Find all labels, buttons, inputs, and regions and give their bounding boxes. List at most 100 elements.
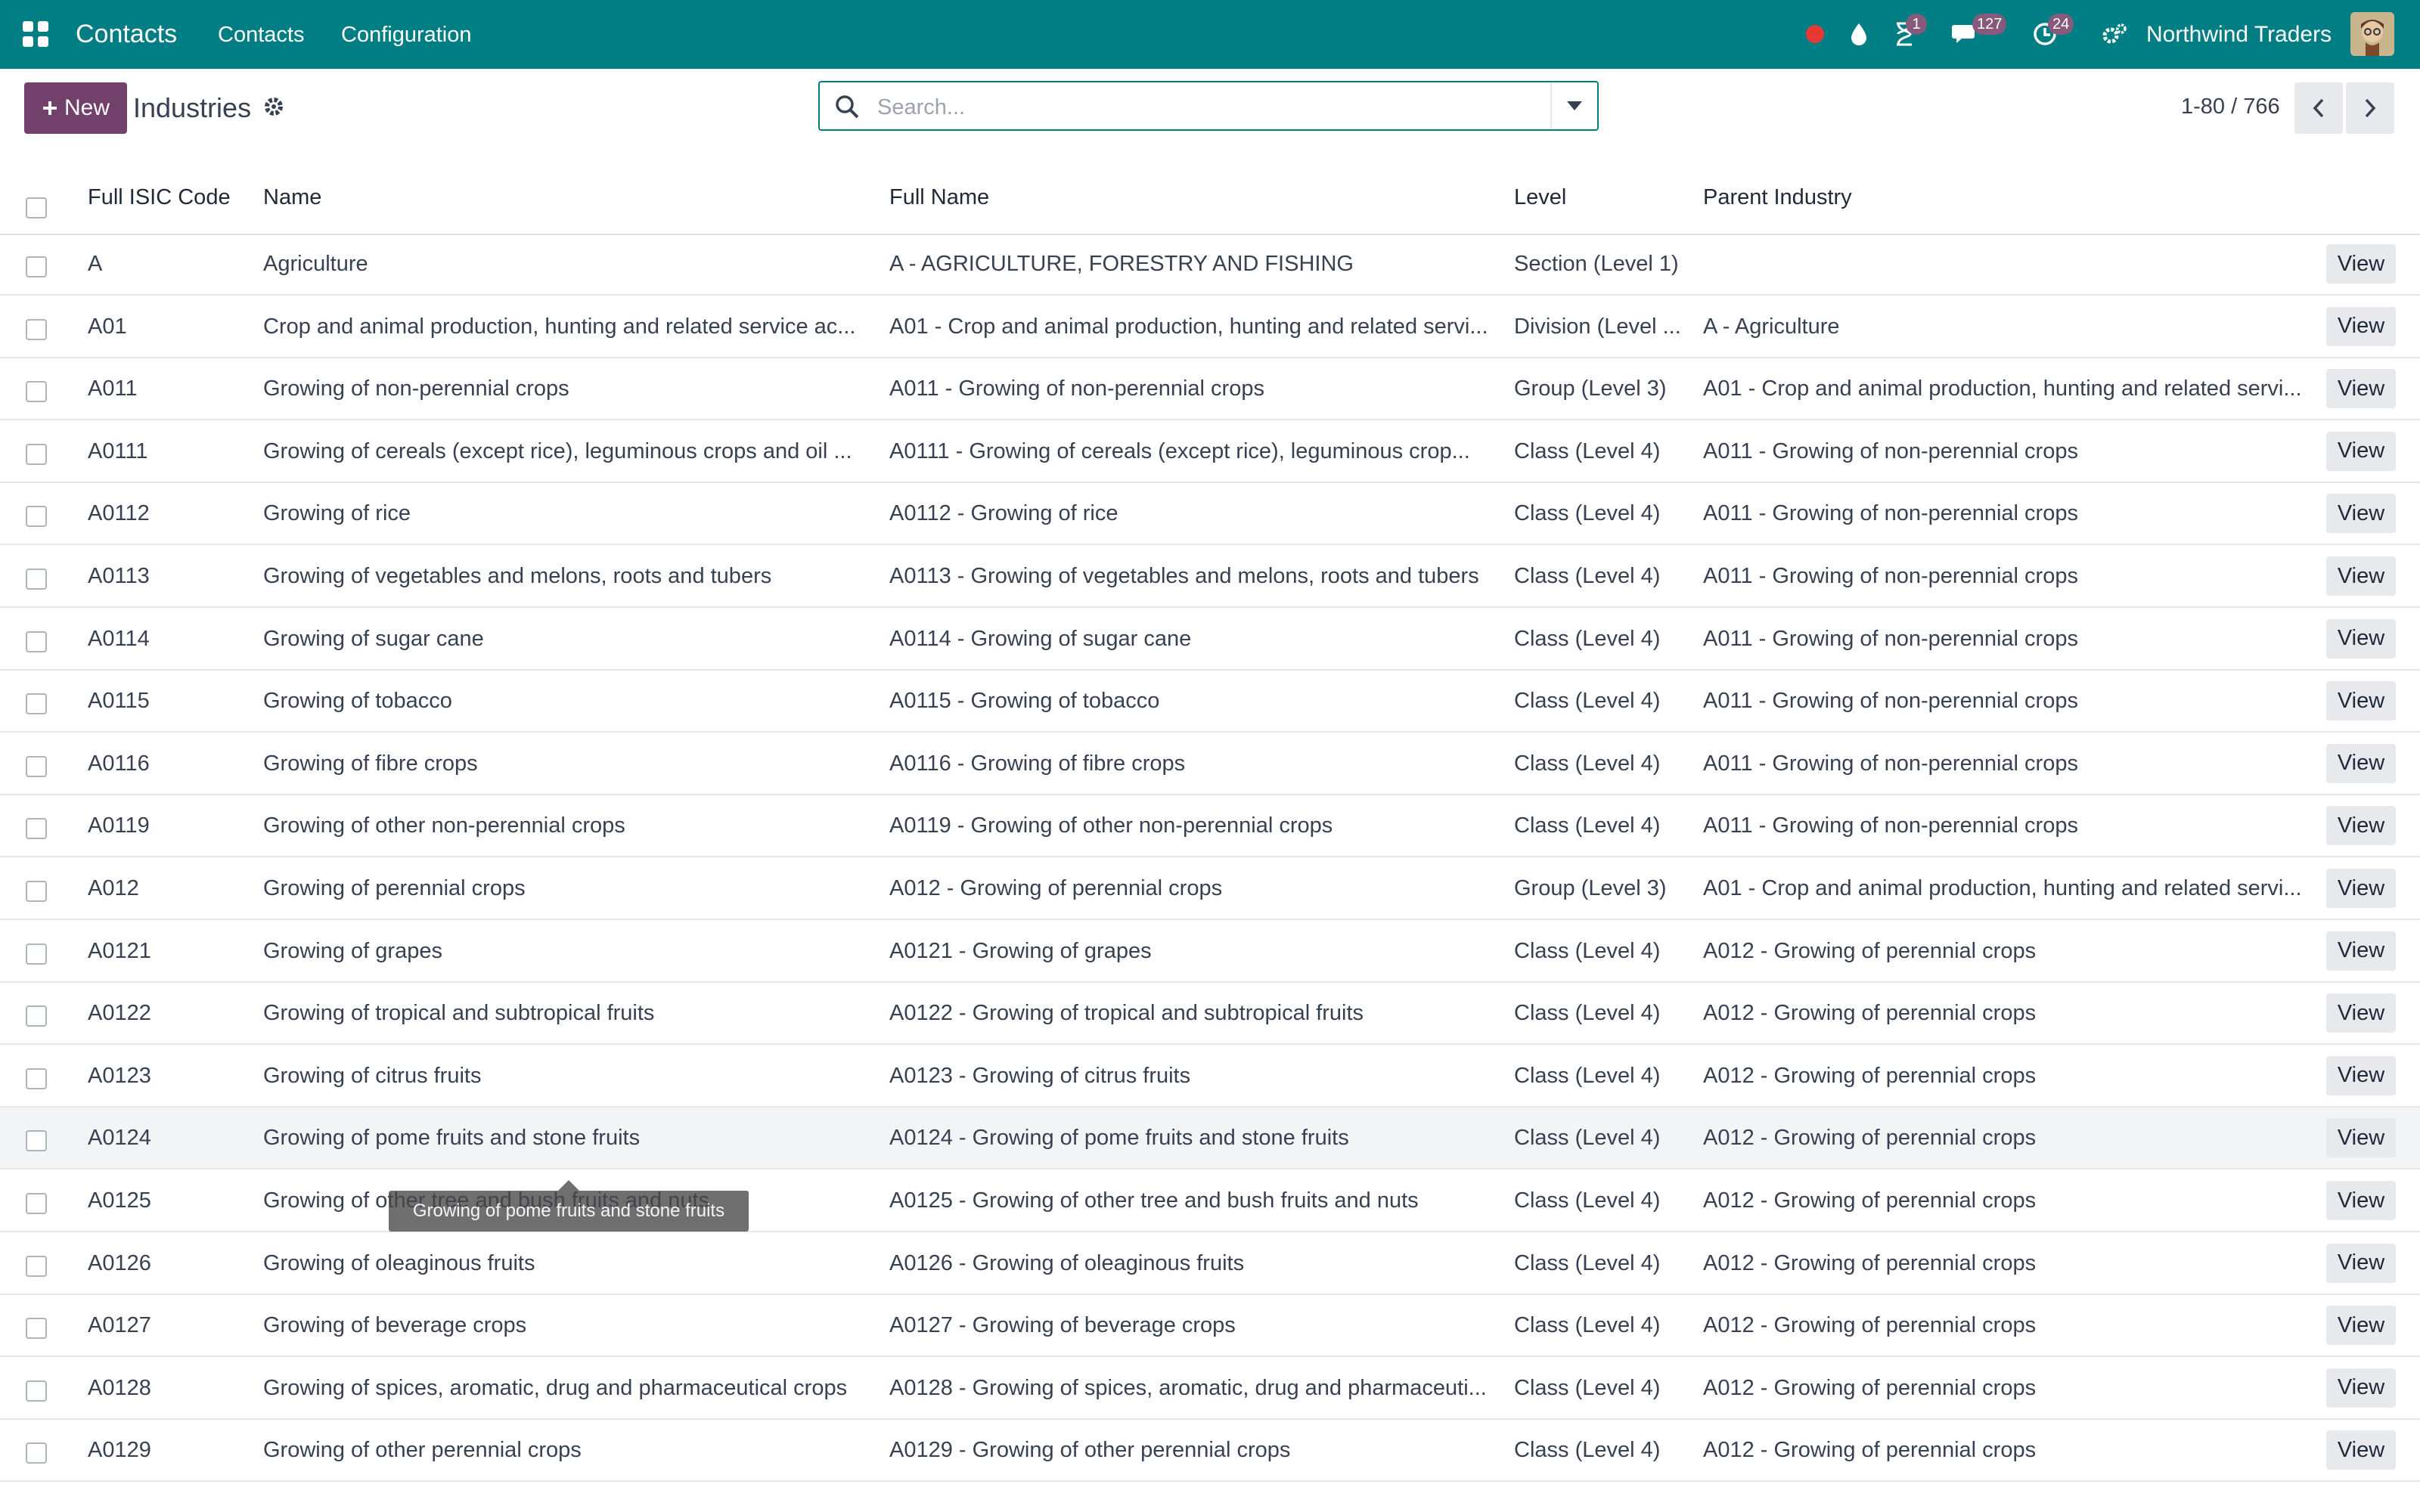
cell-name: Growing of pome fruits and stone fruits xyxy=(263,1126,641,1151)
cell-code: A0111 xyxy=(88,438,148,463)
row-checkbox[interactable] xyxy=(26,755,47,777)
table-row[interactable]: A0112 Growing of rice A0112 - Growing of r… xyxy=(0,483,2420,546)
row-checkbox[interactable] xyxy=(26,1255,47,1277)
cell-level: Group (Level 3) xyxy=(1514,876,1667,900)
view-button[interactable]: View xyxy=(2326,806,2396,846)
view-button[interactable]: View xyxy=(2326,618,2396,658)
drop-icon[interactable] xyxy=(1842,17,1876,51)
cell-full-name: A0119 - Growing of other non-perennial c… xyxy=(889,813,1333,838)
table-row[interactable]: A0127 Growing of beverage crops A0127 - Gr… xyxy=(0,1295,2420,1358)
table-row[interactable]: A01 Crop and animal production, hunting a… xyxy=(0,296,2420,358)
cell-name: Growing of sugar cane xyxy=(263,626,484,651)
table-row[interactable]: A0122 Growing of tropical and subtropical… xyxy=(0,983,2420,1046)
table-row[interactable]: A0119 Growing of other non-perennial crop… xyxy=(0,795,2420,858)
menu-contacts[interactable]: Contacts xyxy=(218,20,304,50)
cell-level: Class (Level 4) xyxy=(1514,689,1661,714)
table-row[interactable]: A0128 Growing of spices, aromatic, drug a… xyxy=(0,1358,2420,1420)
menu-configuration[interactable]: Configuration xyxy=(341,20,472,50)
table-row[interactable]: A0129 Growing of other perennial crops A01… xyxy=(0,1420,2420,1483)
cell-parent: A011 - Growing of non-perennial crops xyxy=(1703,689,2078,714)
table-row[interactable]: A0114 Growing of sugar cane A0114 - Growin… xyxy=(0,609,2420,671)
settings-icon[interactable] xyxy=(2098,17,2131,51)
cell-level: Class (Level 4) xyxy=(1514,938,1661,963)
row-checkbox[interactable] xyxy=(26,1067,47,1089)
column-header-full-name[interactable]: Full Name xyxy=(889,182,989,212)
table-row[interactable]: A0116 Growing of fibre crops A0116 - Growi… xyxy=(0,733,2420,795)
column-header-parent[interactable]: Parent Industry xyxy=(1703,182,1852,212)
pager-value[interactable]: 1-80 / 766 xyxy=(2181,91,2280,122)
view-button[interactable]: View xyxy=(2326,244,2396,284)
cell-level: Class (Level 4) xyxy=(1514,751,1661,776)
table-row[interactable]: A Agriculture A - AGRICULTURE, FORESTRY AN… xyxy=(0,234,2420,296)
row-checkbox[interactable] xyxy=(26,256,47,277)
view-button[interactable]: View xyxy=(2326,681,2396,721)
row-checkbox[interactable] xyxy=(26,693,47,715)
column-header-name[interactable]: Name xyxy=(263,182,321,212)
activities-icon[interactable]: 1 xyxy=(1888,14,1927,51)
column-header-code[interactable]: Full ISIC Code xyxy=(88,182,231,212)
row-checkbox[interactable] xyxy=(26,1005,47,1027)
table-row[interactable]: A0124 Growing of pome fruits and stone fr… xyxy=(0,1108,2420,1170)
row-checkbox[interactable] xyxy=(26,943,47,965)
view-button[interactable]: View xyxy=(2326,1243,2396,1283)
messages-icon[interactable]: 127 xyxy=(1950,14,2007,51)
table-row[interactable]: A0113 Growing of vegetables and melons, r… xyxy=(0,546,2420,608)
view-button[interactable]: View xyxy=(2326,306,2396,346)
row-checkbox[interactable] xyxy=(26,318,47,340)
new-button[interactable]: New xyxy=(24,82,127,134)
table-row[interactable]: A011 Growing of non-perennial crops A011 -… xyxy=(0,358,2420,421)
row-checkbox[interactable] xyxy=(26,1130,47,1152)
cell-parent: A012 - Growing of perennial crops xyxy=(1703,1188,2037,1213)
row-checkbox[interactable] xyxy=(26,1380,47,1402)
table-row[interactable]: A0121 Growing of grapes A0121 - Growing of… xyxy=(0,921,2420,983)
clock-badge: 24 xyxy=(2048,14,2074,35)
search-input[interactable] xyxy=(876,90,1559,125)
table-row[interactable]: A012 Growing of perennial crops A012 - Gro… xyxy=(0,858,2420,920)
row-checkbox[interactable] xyxy=(26,881,47,902)
view-button[interactable]: View xyxy=(2326,431,2396,471)
select-all-checkbox[interactable] xyxy=(26,197,47,218)
view-button[interactable]: View xyxy=(2326,494,2396,534)
view-button[interactable]: View xyxy=(2326,1055,2396,1095)
apps-menu-icon[interactable] xyxy=(23,21,48,47)
column-header-level[interactable]: Level xyxy=(1514,182,1566,212)
table-row[interactable]: A0126 Growing of oleaginous fruits A0126 -… xyxy=(0,1233,2420,1295)
gear-icon[interactable] xyxy=(262,94,286,119)
table-row[interactable]: A0125Growing of other tree and bush frui… xyxy=(0,1170,2420,1232)
view-button[interactable]: View xyxy=(2326,1368,2396,1408)
user-avatar[interactable] xyxy=(2350,12,2394,56)
view-button[interactable]: View xyxy=(2326,869,2396,908)
view-button[interactable]: View xyxy=(2326,743,2396,783)
view-button[interactable]: View xyxy=(2326,931,2396,971)
view-button[interactable]: View xyxy=(2326,1306,2396,1346)
view-button[interactable]: View xyxy=(2326,1430,2396,1470)
row-checkbox[interactable] xyxy=(26,569,47,590)
table-row[interactable]: A0111 Growing of cereals (except rice), l… xyxy=(0,421,2420,483)
view-button[interactable]: View xyxy=(2326,1181,2396,1220)
cell-level: Class (Level 4) xyxy=(1514,438,1661,463)
search-options-toggle[interactable] xyxy=(1550,82,1597,129)
clock-icon[interactable]: 24 xyxy=(2028,14,2074,51)
row-checkbox[interactable] xyxy=(26,443,47,465)
row-checkbox[interactable] xyxy=(26,506,47,528)
cell-parent: A012 - Growing of perennial crops xyxy=(1703,1001,2037,1026)
row-checkbox[interactable] xyxy=(26,1442,47,1464)
table-row[interactable]: A0115 Growing of tobacco A0115 - Growing o… xyxy=(0,671,2420,733)
view-button[interactable]: View xyxy=(2326,1118,2396,1158)
row-checkbox[interactable] xyxy=(26,381,47,403)
cell-level: Group (Level 3) xyxy=(1514,376,1667,401)
app-name[interactable]: Contacts xyxy=(76,17,177,51)
view-button[interactable]: View xyxy=(2326,556,2396,596)
view-button[interactable]: View xyxy=(2326,993,2396,1033)
pager-previous-button[interactable] xyxy=(2294,82,2343,134)
pager-next-button[interactable] xyxy=(2346,82,2394,134)
row-checkbox[interactable] xyxy=(26,818,47,840)
company-switcher[interactable]: Northwind Traders xyxy=(2146,20,2332,50)
view-button[interactable]: View xyxy=(2326,369,2396,409)
row-checkbox[interactable] xyxy=(26,631,47,652)
row-checkbox[interactable] xyxy=(26,1318,47,1340)
cell-code: A0112 xyxy=(88,501,150,526)
table-row[interactable]: A0123 Growing of citrus fruits A0123 - Gro… xyxy=(0,1046,2420,1108)
record-icon[interactable] xyxy=(1798,17,1832,51)
row-checkbox[interactable] xyxy=(26,1193,47,1214)
